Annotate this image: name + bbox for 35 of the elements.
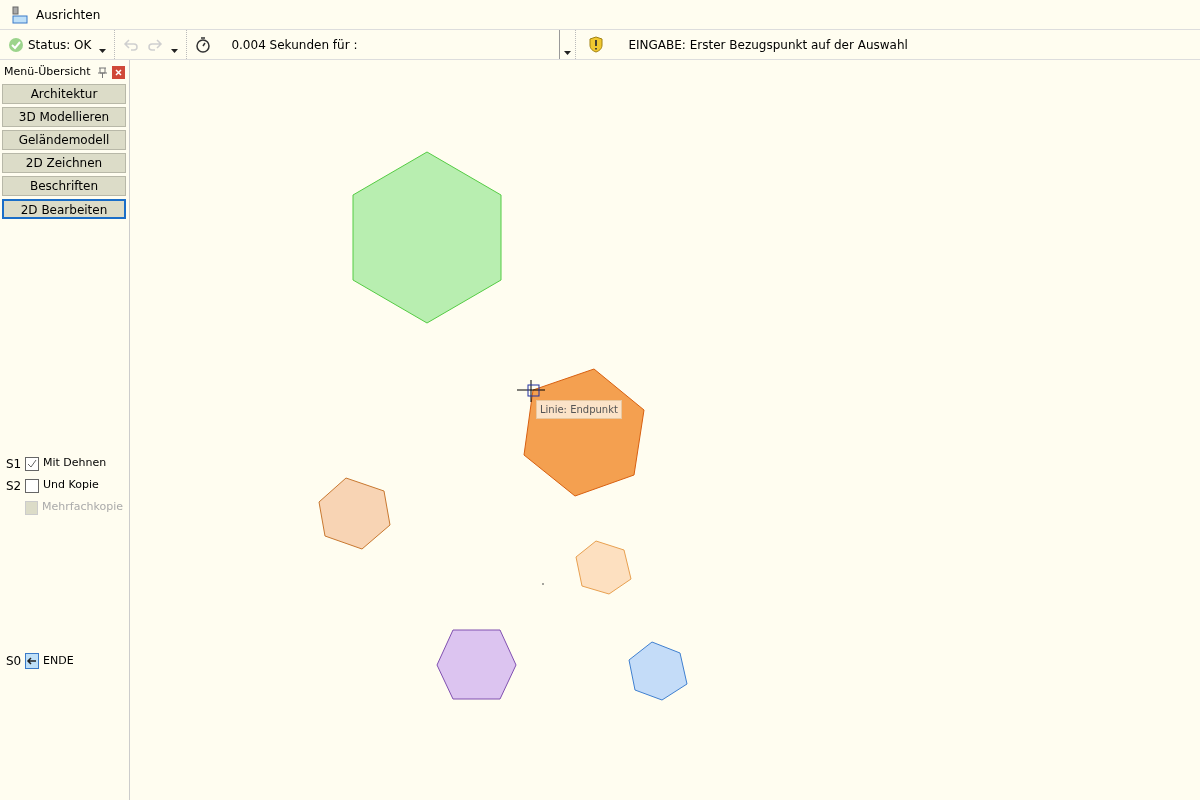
option-label: Mit Dehnen bbox=[43, 455, 107, 472]
status-text: Status: OK bbox=[28, 36, 92, 54]
close-button[interactable] bbox=[112, 65, 125, 79]
prompt-text: EINGABE: Erster Bezugspunkt auf der Auswahl bbox=[628, 36, 908, 54]
pin-icon[interactable] bbox=[97, 66, 108, 78]
menu-button[interactable]: Geländemodell bbox=[2, 130, 126, 150]
shortcut-label: S2 bbox=[6, 477, 21, 495]
menu-button[interactable]: 2D Zeichnen bbox=[2, 153, 126, 173]
checkbox[interactable] bbox=[25, 456, 39, 471]
align-icon bbox=[12, 5, 28, 24]
snap-tooltip: Linie: Endpunkt bbox=[536, 400, 622, 419]
end-label[interactable]: ENDE bbox=[43, 652, 74, 670]
checkmark-icon bbox=[27, 458, 37, 469]
window-title: Ausrichten bbox=[36, 6, 101, 24]
menu-button[interactable]: Beschriften bbox=[2, 176, 126, 196]
timing-text: 0.004 Sekunden für : bbox=[231, 36, 358, 54]
option-label: Mehrfachkopie bbox=[42, 499, 123, 516]
check-icon bbox=[8, 36, 24, 53]
dropdown-arrow-icon[interactable] bbox=[171, 48, 179, 53]
menu-button[interactable]: 2D Bearbeiten bbox=[2, 199, 126, 219]
point-marker bbox=[542, 583, 544, 585]
dropdown-arrow-icon[interactable] bbox=[564, 51, 572, 55]
checkbox[interactable] bbox=[25, 478, 39, 493]
shortcut-label: S0 bbox=[6, 653, 21, 670]
menu-button[interactable]: 3D Modellieren bbox=[2, 107, 126, 127]
shortcut-label: S1 bbox=[6, 455, 21, 473]
dropdown-arrow-icon[interactable] bbox=[99, 48, 107, 53]
stopwatch-icon bbox=[195, 36, 212, 53]
panel-title: Menü-Übersicht bbox=[4, 63, 91, 80]
menu-button[interactable]: Architektur bbox=[2, 84, 126, 104]
hexagon-shape bbox=[575, 540, 632, 595]
hexagon-shape bbox=[628, 641, 688, 701]
warning-shield-icon bbox=[588, 36, 605, 53]
crosshair-cursor-icon bbox=[516, 379, 546, 403]
option-label: Und Kopie bbox=[43, 477, 99, 494]
